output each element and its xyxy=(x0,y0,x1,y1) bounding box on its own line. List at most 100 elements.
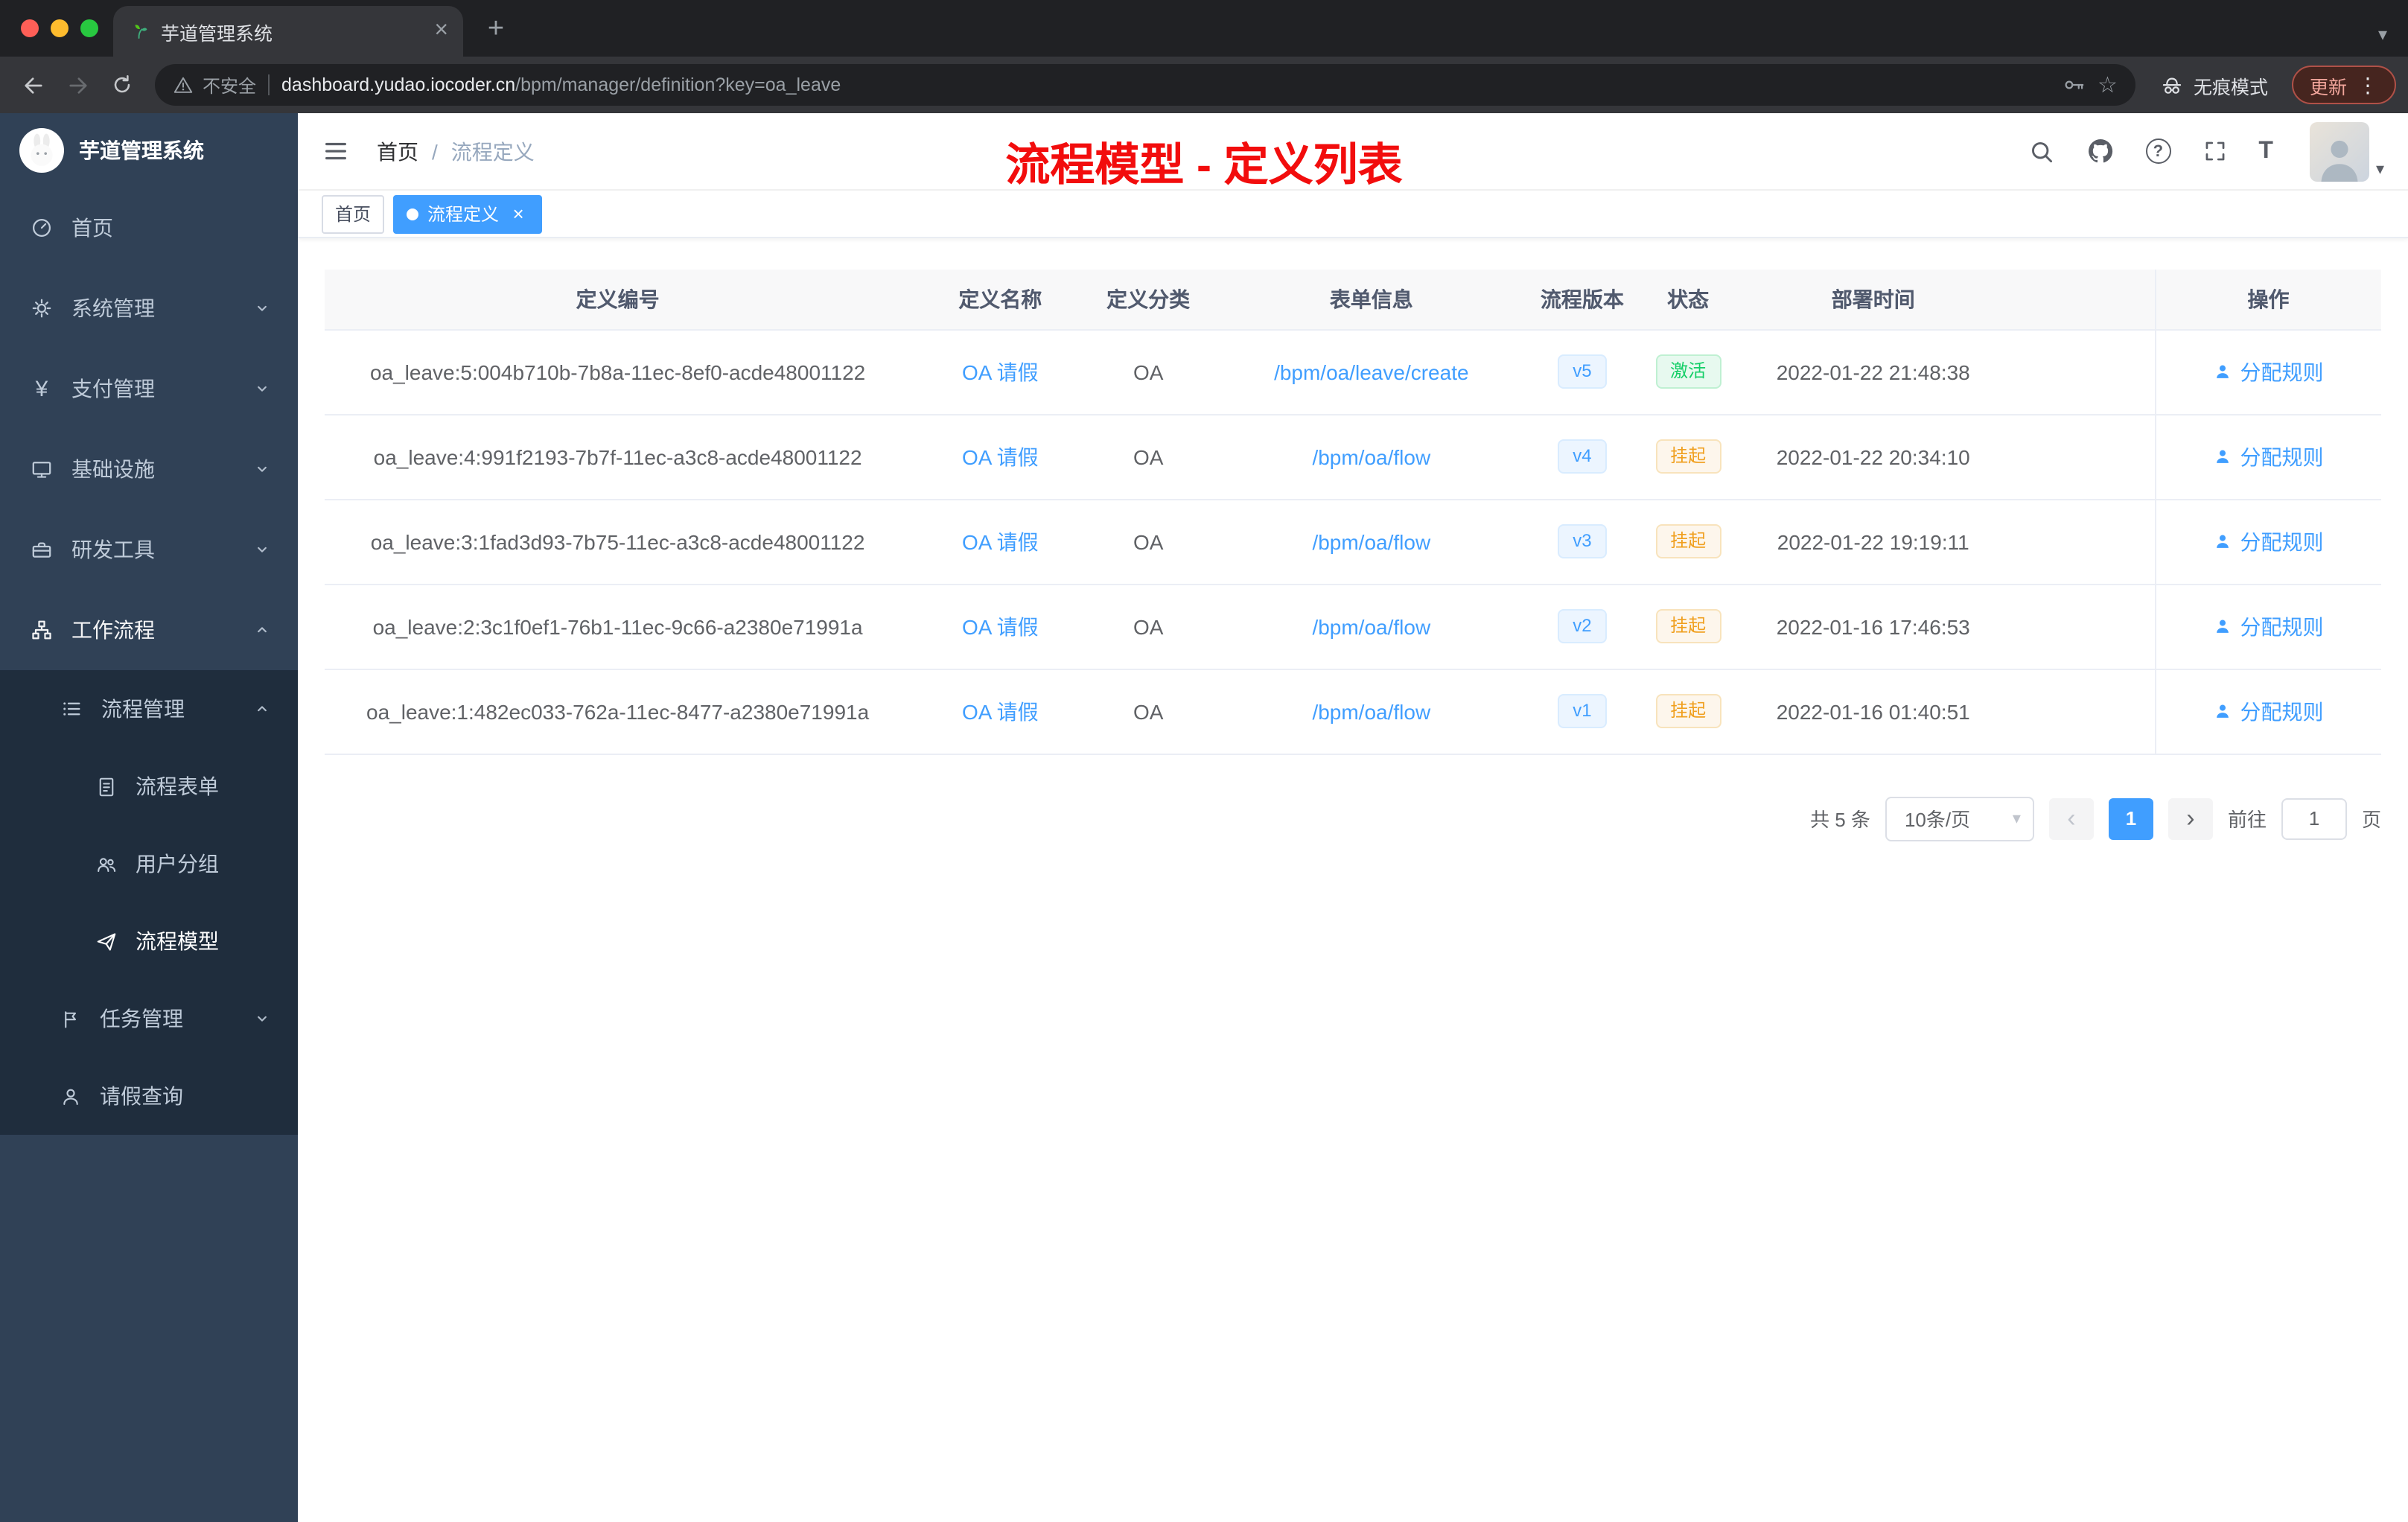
sidebar-item-payment[interactable]: ¥ 支付管理 xyxy=(0,348,298,429)
minimize-window-button[interactable] xyxy=(51,19,69,37)
gear-icon xyxy=(32,299,51,318)
definition-name-link[interactable]: OA 请假 xyxy=(962,445,1039,468)
table-row: oa_leave:2:3c1f0ef1-76b1-11ec-9c66-a2380… xyxy=(325,584,2381,669)
brand-title: 芋道管理系统 xyxy=(79,138,204,162)
zoom-window-button[interactable] xyxy=(80,19,98,37)
browser-update-button[interactable]: 更新 ⋮ xyxy=(2291,66,2396,104)
close-icon[interactable]: × xyxy=(508,203,529,224)
tab-title: 芋道管理系统 xyxy=(161,23,273,44)
sidebar-item-label: 请假查询 xyxy=(100,1084,183,1108)
sidebar-item-system[interactable]: 系统管理 xyxy=(0,268,298,348)
sidebar-item-infrastructure[interactable]: 基础设施 xyxy=(0,429,298,509)
browser-tab[interactable]: 芋道管理系统 × xyxy=(113,6,463,57)
cell-category: OA xyxy=(1089,669,1207,754)
kebab-menu-icon[interactable]: ⋮ xyxy=(2357,74,2378,95)
pagination: 共 5 条 10条/页 ▾ ‹ 1 › 前往 页 xyxy=(325,796,2381,841)
assign-rule-button[interactable]: 分配规则 xyxy=(2214,696,2324,726)
assign-rule-button[interactable]: 分配规则 xyxy=(2214,526,2324,556)
sidebar-item-task-management[interactable]: 任务管理 xyxy=(0,980,298,1057)
person-icon xyxy=(2217,365,2229,378)
browser-toolbar: 不安全 dashboard.yudao.iocoder.cn/bpm/manag… xyxy=(0,57,2408,113)
tab-close-icon[interactable]: × xyxy=(434,18,448,45)
form-link[interactable]: /bpm/oa/flow xyxy=(1312,699,1430,723)
sidebar-item-user-group[interactable]: 用户分组 xyxy=(0,825,298,902)
form-link[interactable]: /bpm/oa/leave/create xyxy=(1274,360,1469,383)
assign-rule-button[interactable]: 分配规则 xyxy=(2214,442,2324,471)
font-size-icon[interactable]: T xyxy=(2258,138,2273,163)
fullscreen-button[interactable] xyxy=(2202,138,2227,164)
forward-button xyxy=(57,64,98,106)
status-badge: 挂起 xyxy=(1655,694,1721,728)
table-header-row: 定义编号 定义名称 定义分类 表单信息 流程版本 状态 部署时间 操作 xyxy=(325,270,2381,330)
sidebar-item-label: 任务管理 xyxy=(100,1007,183,1031)
chevron-down-icon: ▾ xyxy=(2012,810,2021,828)
password-key-icon[interactable] xyxy=(2062,73,2086,97)
goto-page-input[interactable] xyxy=(2281,797,2347,839)
tag-label: 流程定义 xyxy=(427,204,500,225)
tab-search-chevron-icon[interactable]: ▾ xyxy=(2378,24,2387,45)
favicon-plant-icon xyxy=(135,25,147,39)
assign-rule-button[interactable]: 分配规则 xyxy=(2214,357,2324,386)
tag-process-definition[interactable]: 流程定义 × xyxy=(393,194,543,233)
breadcrumb: 首页 / 流程定义 xyxy=(377,136,535,166)
sidebar-item-home[interactable]: 首页 xyxy=(0,188,298,268)
sidebar-item-label: 基础设施 xyxy=(71,457,155,481)
next-page-button[interactable]: › xyxy=(2167,797,2213,839)
warning-triangle-icon xyxy=(173,77,193,93)
reload-icon xyxy=(114,75,130,93)
definition-name-link[interactable]: OA 请假 xyxy=(962,360,1039,383)
sidebar-item-workflow[interactable]: 工作流程 xyxy=(0,590,298,670)
url-text: dashboard.yudao.iocoder.cn/bpm/manager/d… xyxy=(281,74,841,95)
avatar[interactable] xyxy=(2310,121,2370,181)
definition-name-link[interactable]: OA 请假 xyxy=(962,529,1039,553)
page-content: 定义编号 定义名称 定义分类 表单信息 流程版本 状态 部署时间 操作 oa_l… xyxy=(298,238,2408,1522)
site-security[interactable]: 不安全 xyxy=(173,72,256,98)
page-number-button[interactable]: 1 xyxy=(2108,797,2153,839)
chevron-down-icon xyxy=(258,305,267,311)
forward-arrow-icon xyxy=(69,77,86,93)
chevron-up-icon xyxy=(258,706,267,712)
sidebar-item-devtools[interactable]: 研发工具 xyxy=(0,509,298,590)
rabbit-logo-icon xyxy=(31,133,53,166)
app-root: 芋道管理系统 首页 系统管理 ¥ 支付管理 基础设施 研发工具 工作流程 流程管… xyxy=(0,113,2408,1522)
form-link[interactable]: /bpm/oa/flow xyxy=(1312,529,1430,553)
back-arrow-icon xyxy=(24,77,42,93)
sidebar-brand[interactable]: 芋道管理系统 xyxy=(0,113,298,188)
page-size-select[interactable]: 10条/页 ▾ xyxy=(1885,796,2034,841)
table-row: oa_leave:3:1fad3d93-7b75-11ec-a3c8-acde4… xyxy=(325,499,2381,585)
sidebar-item-process-form[interactable]: 流程表单 xyxy=(0,748,298,825)
app-navbar: 首页 / 流程定义 ? T ▾ xyxy=(298,113,2408,191)
sidebar-item-leave-query[interactable]: 请假查询 xyxy=(0,1057,298,1135)
search-button[interactable] xyxy=(2028,138,2054,165)
definition-name-link[interactable]: OA 请假 xyxy=(962,699,1039,723)
table-row: oa_leave:4:991f2193-7b7f-11ec-a3c8-acde4… xyxy=(325,414,2381,500)
help-icon[interactable]: ? xyxy=(2145,138,2171,164)
sidebar-item-process-management[interactable]: 流程管理 xyxy=(0,670,298,748)
assign-rule-button[interactable]: 分配规则 xyxy=(2214,611,2324,641)
col-actions: 操作 xyxy=(2154,270,2381,330)
cell-category: OA xyxy=(1089,414,1207,500)
chevron-down-icon xyxy=(258,466,267,472)
form-link[interactable]: /bpm/oa/flow xyxy=(1312,445,1430,468)
prev-page-button[interactable]: ‹ xyxy=(2048,797,2094,839)
cell-deploy-time: 2022-01-16 17:46:53 xyxy=(1748,584,1999,669)
status-badge: 激活 xyxy=(1655,354,1721,389)
reload-button[interactable] xyxy=(101,64,143,106)
address-bar[interactable]: 不安全 dashboard.yudao.iocoder.cn/bpm/manag… xyxy=(155,64,2135,106)
tag-home[interactable]: 首页 xyxy=(322,194,385,233)
github-link[interactable] xyxy=(2086,137,2114,165)
definition-name-link[interactable]: OA 请假 xyxy=(962,614,1039,638)
sidebar-toggle-button[interactable] xyxy=(322,137,350,165)
cell-category: OA xyxy=(1089,499,1207,585)
col-process-version: 流程版本 xyxy=(1535,270,1629,330)
person-icon xyxy=(2217,535,2229,548)
back-button[interactable] xyxy=(12,64,54,106)
form-link[interactable]: /bpm/oa/flow xyxy=(1312,614,1430,638)
breadcrumb-home[interactable]: 首页 xyxy=(377,136,418,166)
new-tab-button[interactable]: + xyxy=(477,10,515,49)
cell-deploy-time: 2022-01-22 19:19:11 xyxy=(1748,499,1999,585)
user-menu[interactable]: ▾ xyxy=(2310,121,2384,181)
sidebar-item-process-model[interactable]: 流程模型 xyxy=(0,902,298,980)
close-window-button[interactable] xyxy=(21,19,39,37)
bookmark-star-icon[interactable]: ☆ xyxy=(2098,74,2118,96)
